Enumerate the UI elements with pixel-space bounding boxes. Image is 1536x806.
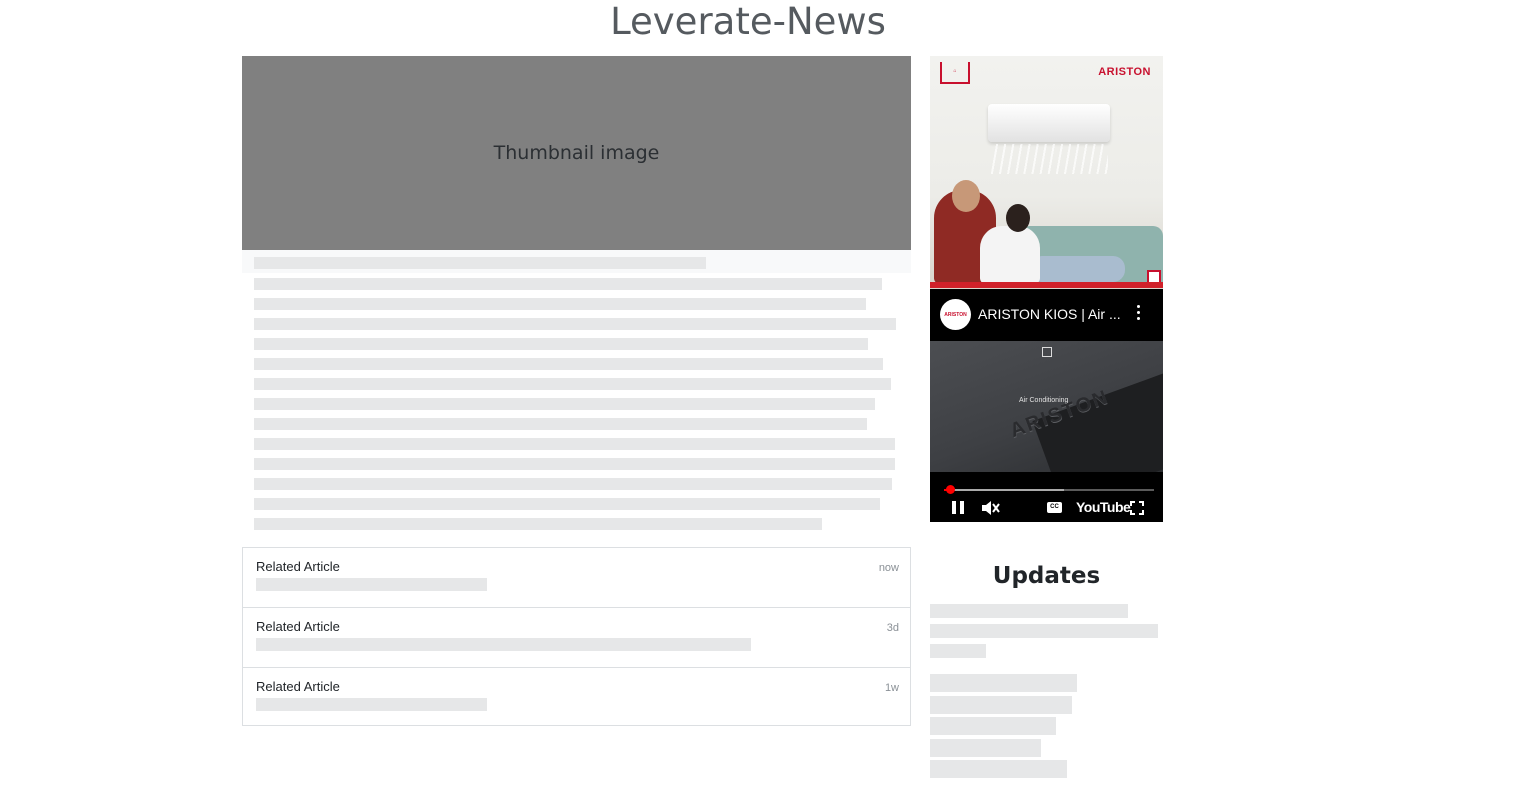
- progress-buffered: [944, 489, 1064, 491]
- skeleton-line: [254, 498, 880, 510]
- skeleton-line: [254, 358, 883, 370]
- air-conditioner-illustration: [988, 104, 1110, 142]
- related-article-title: Related Article: [256, 679, 340, 694]
- thumbnail-label: Thumbnail image: [493, 142, 660, 164]
- person-illustration: [980, 204, 1040, 284]
- related-article-title: Related Article: [256, 619, 340, 634]
- skeleton-line: [930, 604, 1128, 618]
- skeleton-line: [930, 644, 986, 658]
- skeleton-line: [930, 760, 1067, 778]
- skeleton-line: [930, 624, 1158, 638]
- skeleton-line: [254, 378, 891, 390]
- skeleton-line: [254, 418, 867, 430]
- youtube-logo[interactable]: YouTube: [1076, 499, 1131, 515]
- progress-scrubber[interactable]: [946, 485, 956, 494]
- skeleton-line: [254, 338, 868, 350]
- related-article-time: 3d: [886, 622, 899, 634]
- skeleton-line: [254, 458, 895, 470]
- ad-red-bar: [930, 282, 1163, 288]
- thumbnail-image-placeholder: Thumbnail image: [242, 56, 911, 250]
- video-frame[interactable]: Air Conditioning ARISTON: [930, 341, 1163, 472]
- site-title: Leverate-News: [610, 0, 886, 43]
- fullscreen-icon[interactable]: [1130, 501, 1144, 515]
- skeleton-line: [254, 278, 882, 290]
- skeleton-line: [254, 438, 895, 450]
- skeleton-line: [930, 674, 1077, 692]
- related-article-item[interactable]: Related Article 1w: [243, 668, 910, 727]
- house-badge-icon: ⌂: [940, 62, 970, 84]
- skeleton-line: [254, 478, 892, 490]
- updates-heading: Updates: [992, 563, 1101, 589]
- home-icon: [1042, 347, 1052, 357]
- skeleton-line: [254, 318, 896, 330]
- ariston-logo: ARISTON: [1098, 66, 1151, 78]
- kebab-menu-icon[interactable]: [1137, 305, 1141, 323]
- channel-avatar[interactable]: ARISTON: [940, 299, 971, 330]
- related-articles-list: Related Article now Related Article 3d R…: [242, 547, 911, 726]
- video-title[interactable]: ARISTON KIOS | Air ...: [978, 306, 1121, 322]
- skeleton-line-headline: [254, 257, 706, 269]
- person-legs-illustration: [1030, 256, 1125, 282]
- mute-icon[interactable]: [980, 499, 1000, 517]
- video-controls: CC YouTube: [930, 472, 1163, 522]
- skeleton-line: [256, 578, 487, 591]
- related-article-time: now: [878, 562, 899, 574]
- skeleton-line: [254, 518, 822, 530]
- skeleton-line: [930, 717, 1056, 735]
- cc-icon[interactable]: CC: [1047, 502, 1062, 513]
- ad-banner-image: ⌂ ARISTON: [930, 56, 1163, 289]
- skeleton-line: [256, 638, 751, 651]
- pause-icon[interactable]: [952, 501, 964, 514]
- skeleton-line: [254, 398, 875, 410]
- related-article-title: Related Article: [256, 559, 340, 574]
- skeleton-line: [930, 739, 1041, 757]
- skeleton-line: [256, 698, 487, 711]
- airflow-illustration: [990, 144, 1108, 174]
- video-ad[interactable]: ⌂ ARISTON ARISTON ARISTON KIOS | Air ...…: [930, 56, 1163, 522]
- related-article-item[interactable]: Related Article now: [243, 548, 910, 608]
- skeleton-line: [254, 298, 866, 310]
- related-article-item[interactable]: Related Article 3d: [243, 608, 910, 668]
- article-body-skeleton: [242, 250, 911, 540]
- progress-bar[interactable]: [944, 485, 1154, 494]
- related-article-time: 1w: [884, 682, 899, 694]
- skeleton-line: [930, 696, 1072, 714]
- video-title-bar: ARISTON ARISTON KIOS | Air ...: [930, 289, 1163, 341]
